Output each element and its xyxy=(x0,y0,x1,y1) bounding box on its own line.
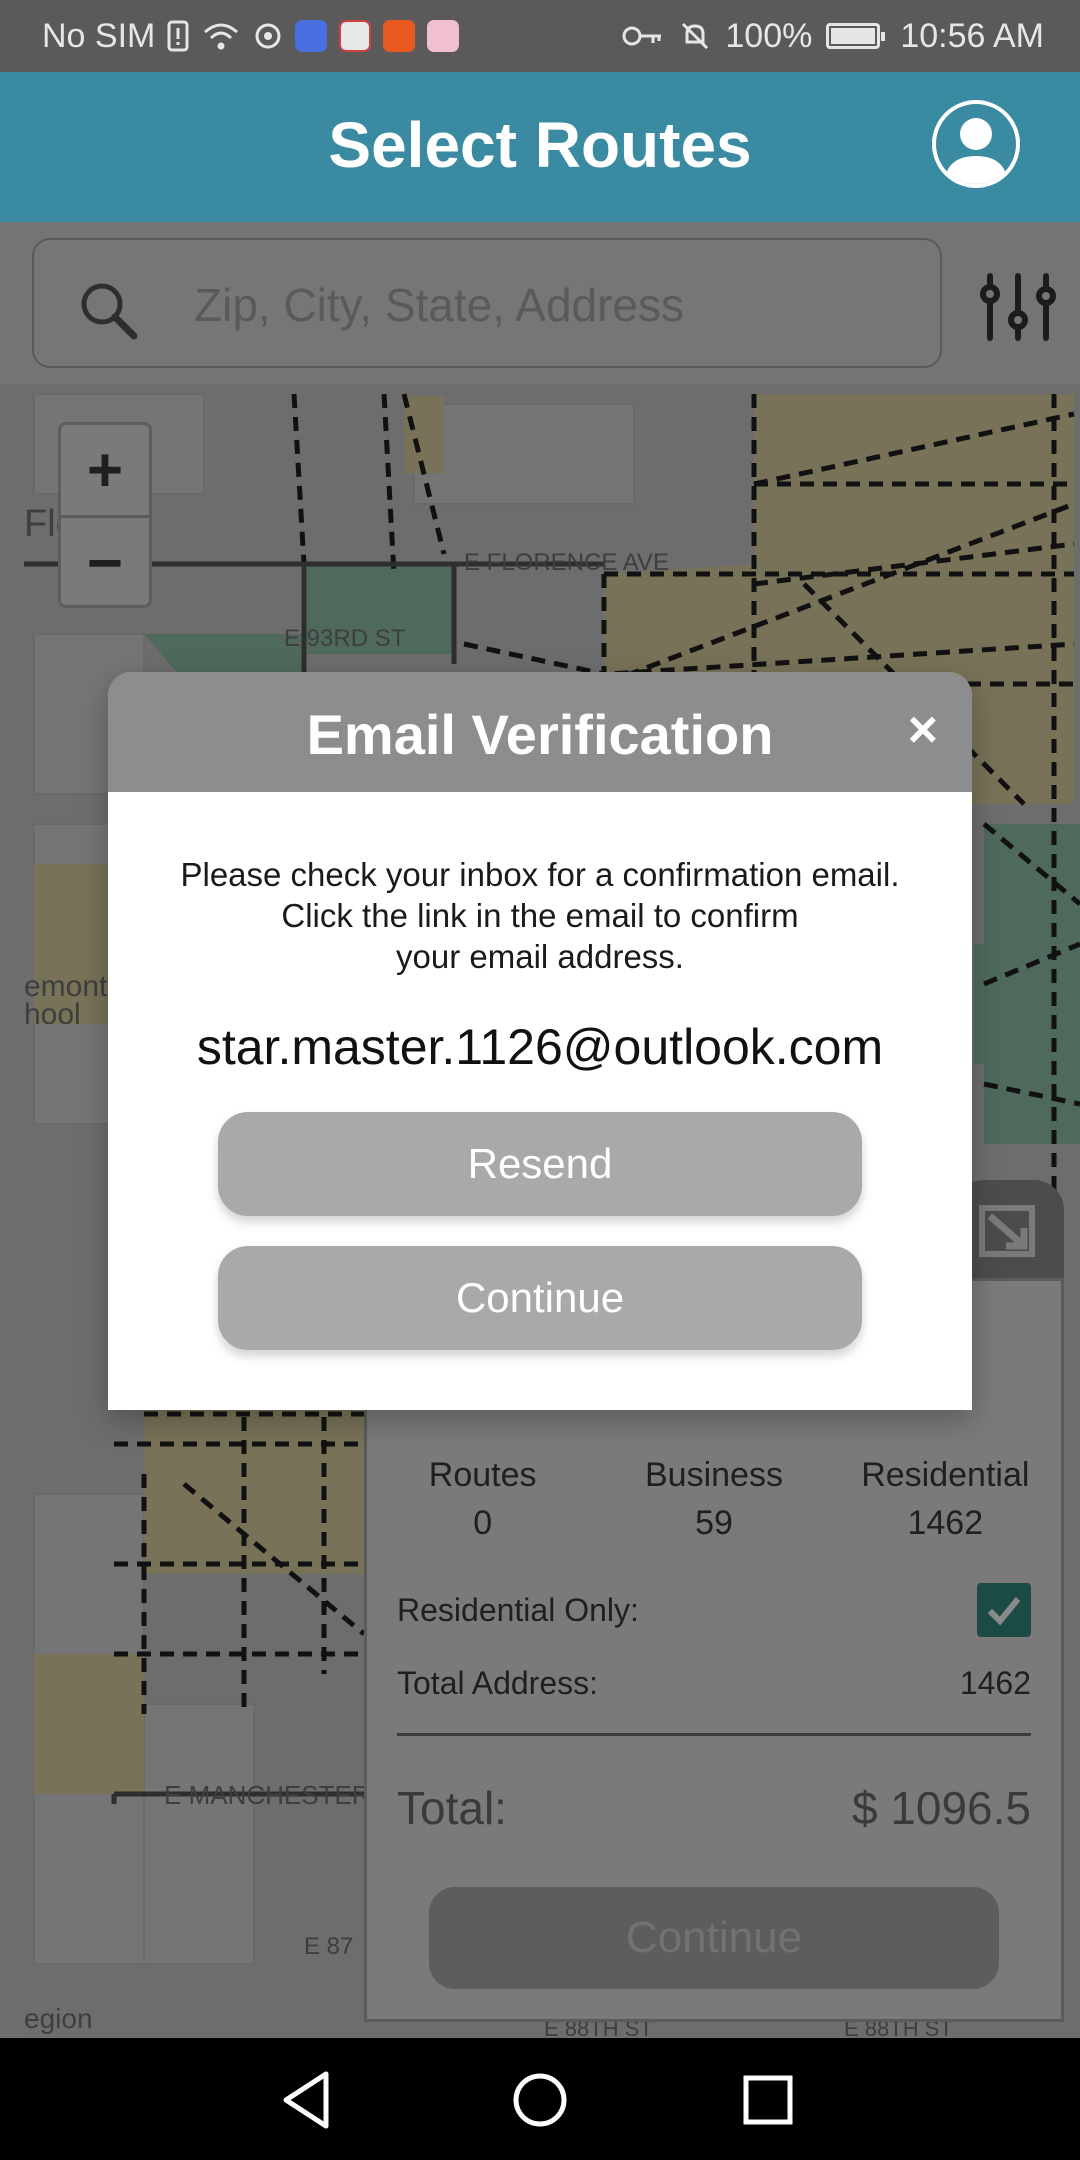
svg-text:egion: egion xyxy=(24,2003,93,2034)
search-icon xyxy=(81,283,138,340)
sim-alert-icon xyxy=(167,20,189,52)
search-input[interactable]: Zip, City, State, Address xyxy=(32,238,942,368)
user-profile-icon[interactable] xyxy=(932,100,1020,188)
system-nav-bar xyxy=(0,2038,1080,2160)
dialog-header: Email Verification × xyxy=(108,672,972,792)
search-placeholder: Zip, City, State, Address xyxy=(194,279,685,331)
music-app-icon xyxy=(295,20,328,52)
message-line: your email address. xyxy=(396,938,684,975)
svg-text:E FLORENCE AVE: E FLORENCE AVE xyxy=(464,549,669,576)
recents-square-icon[interactable] xyxy=(728,2060,808,2140)
close-icon[interactable]: × xyxy=(908,700,938,760)
residential-only-row: Residential Only: xyxy=(397,1583,1031,1637)
total-address-value: 1462 xyxy=(959,1665,1031,1701)
clock: 10:56 AM xyxy=(900,16,1044,55)
stats-row: Routes 0 Business 59 Residential 1462 xyxy=(367,1451,1061,1547)
svg-text:E MANCHESTER: E MANCHESTER xyxy=(164,1780,371,1810)
stat-value: 59 xyxy=(695,1504,733,1542)
total-row: Total: $ 1096.5 xyxy=(397,1781,1031,1835)
stat-routes: Routes 0 xyxy=(373,1451,593,1547)
app-header: Select Routes xyxy=(0,72,1080,222)
battery-icon xyxy=(826,23,886,49)
residential-only-checkbox[interactable] xyxy=(977,1583,1031,1637)
message-line: Click the link in the email to confirm xyxy=(281,897,799,934)
svg-text:E 93RD ST: E 93RD ST xyxy=(284,625,406,652)
key-icon xyxy=(622,26,662,46)
vpn-icon xyxy=(255,23,281,49)
divider xyxy=(397,1733,1031,1736)
checkmark-icon xyxy=(987,1597,1021,1626)
zoom-in-button[interactable]: + xyxy=(61,425,149,515)
carrier-label: No SIM xyxy=(42,16,156,55)
total-address-label: Total Address: xyxy=(397,1665,598,1701)
svg-text:hool: hool xyxy=(24,998,81,1031)
resend-button[interactable]: Resend xyxy=(218,1112,862,1216)
zoom-control: + − xyxy=(58,422,152,608)
continue-button[interactable]: Continue xyxy=(218,1246,862,1350)
email-address: star.master.1126@outlook.com xyxy=(196,1019,884,1075)
stat-label: Routes xyxy=(428,1456,537,1494)
back-triangle-icon[interactable] xyxy=(268,2060,348,2140)
stat-label: Business xyxy=(645,1456,783,1494)
status-bar: No SIM 100% 10:56 AM xyxy=(0,0,1080,72)
email-verification-dialog: Email Verification × Please check your i… xyxy=(108,672,972,1410)
stat-label: Residential xyxy=(861,1456,1030,1494)
stat-business: Business 59 xyxy=(604,1451,824,1547)
zoom-out-button[interactable]: − xyxy=(61,515,149,608)
maps-app-icon xyxy=(339,20,372,52)
search-row: Zip, City, State, Address xyxy=(0,222,1080,384)
page-title: Select Routes xyxy=(328,109,752,181)
svg-text:E 87: E 87 xyxy=(304,1933,353,1960)
dialog-message: Please check your inbox for a confirmati… xyxy=(138,854,942,977)
residential-only-label: Residential Only: xyxy=(397,1591,639,1628)
photos-app-icon xyxy=(427,20,460,52)
stat-residential: Residential 1462 xyxy=(835,1451,1055,1547)
stat-value: 0 xyxy=(473,1504,493,1542)
dialog-title: Email Verification xyxy=(306,703,774,766)
total-address-row: Total Address: 1462 xyxy=(397,1665,1031,1702)
bell-off-icon xyxy=(682,22,709,50)
total-label: Total: xyxy=(397,1782,507,1834)
total-value: $ 1096.5 xyxy=(851,1782,1031,1834)
home-circle-icon[interactable] xyxy=(500,2060,580,2140)
filter-sliders-icon[interactable] xyxy=(978,272,1058,342)
video-app-icon xyxy=(383,20,416,52)
message-line: Please check your inbox for a confirmati… xyxy=(180,856,900,893)
stat-value: 1462 xyxy=(907,1504,984,1542)
wifi-icon xyxy=(204,23,239,50)
panel-continue-button[interactable]: Continue xyxy=(429,1887,999,1989)
battery-percent: 100% xyxy=(725,16,813,55)
